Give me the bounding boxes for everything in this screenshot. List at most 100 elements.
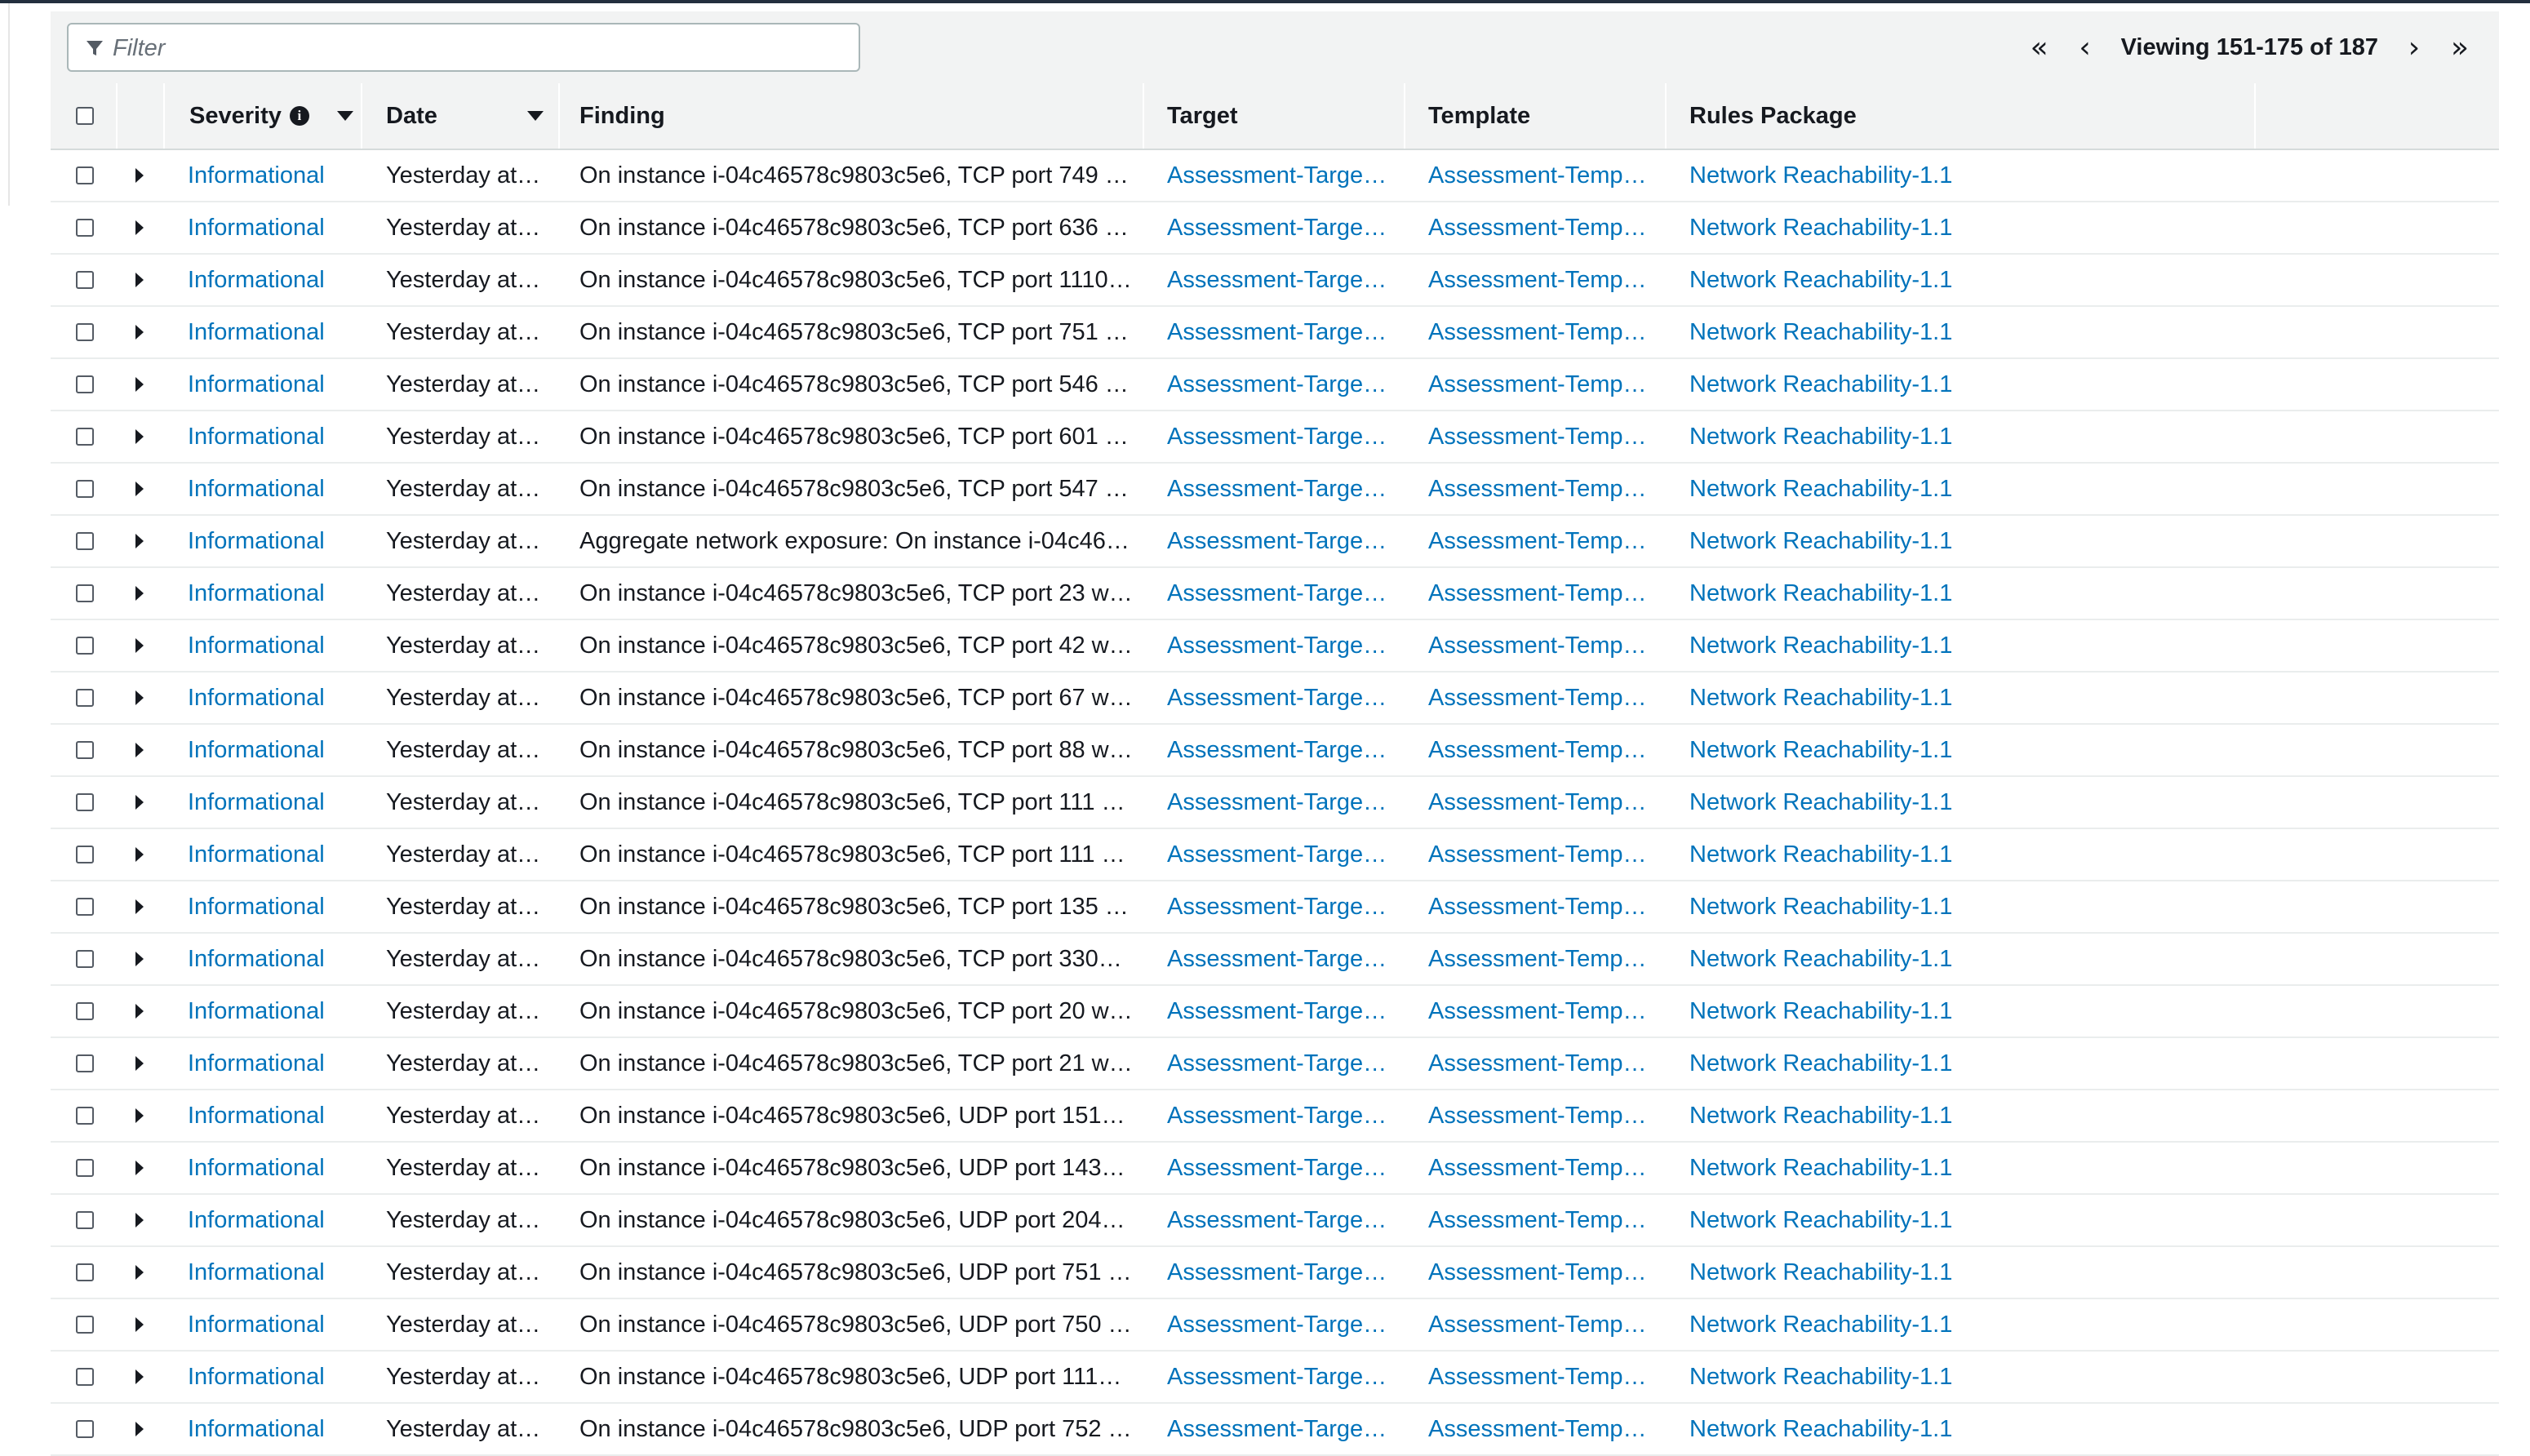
severity-link[interactable]: Informational [188,777,351,828]
severity-link[interactable]: Informational [188,307,351,357]
table-row[interactable]: Informational Yesterday at… Aggregate netw… [51,516,2499,568]
template-link[interactable]: Assessment-Temp… [1428,1247,1661,1298]
template-link[interactable]: Assessment-Temp… [1428,568,1661,619]
rules-package-link[interactable]: Network Reachability-1.1 [1689,986,2244,1037]
column-header-date[interactable]: Date [386,83,557,149]
rules-package-link[interactable]: Network Reachability-1.1 [1689,620,2244,671]
target-link[interactable]: Assessment-Targe… [1167,777,1400,828]
target-link[interactable]: Assessment-Targe… [1167,411,1400,462]
row-checkbox[interactable] [76,271,94,289]
info-icon[interactable]: i [289,106,309,126]
template-link[interactable]: Assessment-Temp… [1428,777,1661,828]
row-checkbox[interactable] [76,1420,94,1438]
table-row[interactable]: Informational Yesterday at… On instance i-… [51,934,2499,986]
severity-link[interactable]: Informational [188,150,351,201]
template-link[interactable]: Assessment-Temp… [1428,150,1661,201]
rules-package-link[interactable]: Network Reachability-1.1 [1689,777,2244,828]
template-link[interactable]: Assessment-Temp… [1428,934,1661,984]
table-row[interactable]: Informational Yesterday at… On instance i-… [51,411,2499,464]
row-checkbox[interactable] [76,846,94,863]
rules-package-link[interactable]: Network Reachability-1.1 [1689,1038,2244,1089]
rules-package-link[interactable]: Network Reachability-1.1 [1689,359,2244,410]
template-link[interactable]: Assessment-Temp… [1428,1090,1661,1141]
rules-package-link[interactable]: Network Reachability-1.1 [1689,255,2244,305]
template-link[interactable]: Assessment-Temp… [1428,620,1661,671]
expand-row-icon[interactable] [135,847,144,862]
rules-package-link[interactable]: Network Reachability-1.1 [1689,1299,2244,1350]
template-link[interactable]: Assessment-Temp… [1428,881,1661,932]
expand-row-icon[interactable] [135,1004,144,1019]
row-checkbox[interactable] [76,1107,94,1125]
table-row[interactable]: Informational Yesterday at… On instance i-… [51,1038,2499,1090]
table-row[interactable]: Informational Yesterday at… On instance i-… [51,1090,2499,1143]
next-page-icon[interactable]: › [2391,24,2437,70]
rules-package-link[interactable]: Network Reachability-1.1 [1689,516,2244,566]
template-link[interactable]: Assessment-Temp… [1428,1299,1661,1350]
expand-row-icon[interactable] [135,952,144,966]
rules-package-link[interactable]: Network Reachability-1.1 [1689,881,2244,932]
template-link[interactable]: Assessment-Temp… [1428,255,1661,305]
severity-link[interactable]: Informational [188,411,351,462]
severity-link[interactable]: Informational [188,1090,351,1141]
target-link[interactable]: Assessment-Targe… [1167,986,1400,1037]
expand-row-icon[interactable] [135,1317,144,1332]
row-checkbox[interactable] [76,1263,94,1281]
target-link[interactable]: Assessment-Targe… [1167,1090,1400,1141]
filter-input[interactable] [111,31,849,65]
severity-link[interactable]: Informational [188,934,351,984]
table-row[interactable]: Informational Yesterday at… On instance i-… [51,673,2499,725]
template-link[interactable]: Assessment-Temp… [1428,464,1661,514]
severity-link[interactable]: Informational [188,1404,351,1454]
table-row[interactable]: Informational Yesterday at… On instance i-… [51,464,2499,516]
expand-row-icon[interactable] [135,795,144,810]
template-link[interactable]: Assessment-Temp… [1428,673,1661,723]
rules-package-link[interactable]: Network Reachability-1.1 [1689,411,2244,462]
target-link[interactable]: Assessment-Targe… [1167,620,1400,671]
row-checkbox[interactable] [76,1002,94,1020]
row-checkbox[interactable] [76,532,94,550]
row-checkbox[interactable] [76,898,94,916]
template-link[interactable]: Assessment-Temp… [1428,1352,1661,1402]
rules-package-link[interactable]: Network Reachability-1.1 [1689,202,2244,253]
table-row[interactable]: Informational Yesterday at… On instance i-… [51,1195,2499,1247]
expand-row-icon[interactable] [135,1108,144,1123]
row-checkbox[interactable] [76,1159,94,1177]
row-checkbox[interactable] [76,741,94,759]
table-row[interactable]: Informational Yesterday at… On instance i-… [51,1352,2499,1404]
severity-link[interactable]: Informational [188,202,351,253]
severity-link[interactable]: Informational [188,568,351,619]
expand-row-icon[interactable] [135,1422,144,1436]
previous-page-icon[interactable]: ‹ [2062,24,2108,70]
column-header-severity[interactable]: Severity i [189,83,361,149]
template-link[interactable]: Assessment-Temp… [1428,411,1661,462]
table-row[interactable]: Informational Yesterday at… On instance i-… [51,829,2499,881]
target-link[interactable]: Assessment-Targe… [1167,1299,1400,1350]
severity-link[interactable]: Informational [188,516,351,566]
table-row[interactable]: Informational Yesterday at… On instance i-… [51,620,2499,673]
rules-package-link[interactable]: Network Reachability-1.1 [1689,150,2244,201]
row-checkbox[interactable] [76,480,94,498]
table-row[interactable]: Informational Yesterday at… On instance i-… [51,777,2499,829]
table-row[interactable]: Informational Yesterday at… On instance i-… [51,255,2499,307]
expand-row-icon[interactable] [135,325,144,340]
row-checkbox[interactable] [76,793,94,811]
severity-link[interactable]: Informational [188,1143,351,1193]
expand-row-icon[interactable] [135,899,144,914]
table-row[interactable]: Informational Yesterday at… On instance i-… [51,1247,2499,1299]
severity-link[interactable]: Informational [188,1299,351,1350]
severity-link[interactable]: Informational [188,881,351,932]
target-link[interactable]: Assessment-Targe… [1167,881,1400,932]
severity-link[interactable]: Informational [188,464,351,514]
rules-package-link[interactable]: Network Reachability-1.1 [1689,1143,2244,1193]
expand-row-icon[interactable] [135,534,144,548]
row-checkbox[interactable] [76,323,94,341]
filter-box[interactable] [67,23,860,72]
expand-row-icon[interactable] [135,220,144,235]
row-checkbox[interactable] [76,637,94,655]
template-link[interactable]: Assessment-Temp… [1428,1038,1661,1089]
target-link[interactable]: Assessment-Targe… [1167,1038,1400,1089]
rules-package-link[interactable]: Network Reachability-1.1 [1689,829,2244,880]
rules-package-link[interactable]: Network Reachability-1.1 [1689,673,2244,723]
expand-row-icon[interactable] [135,168,144,183]
template-link[interactable]: Assessment-Temp… [1428,1195,1661,1245]
